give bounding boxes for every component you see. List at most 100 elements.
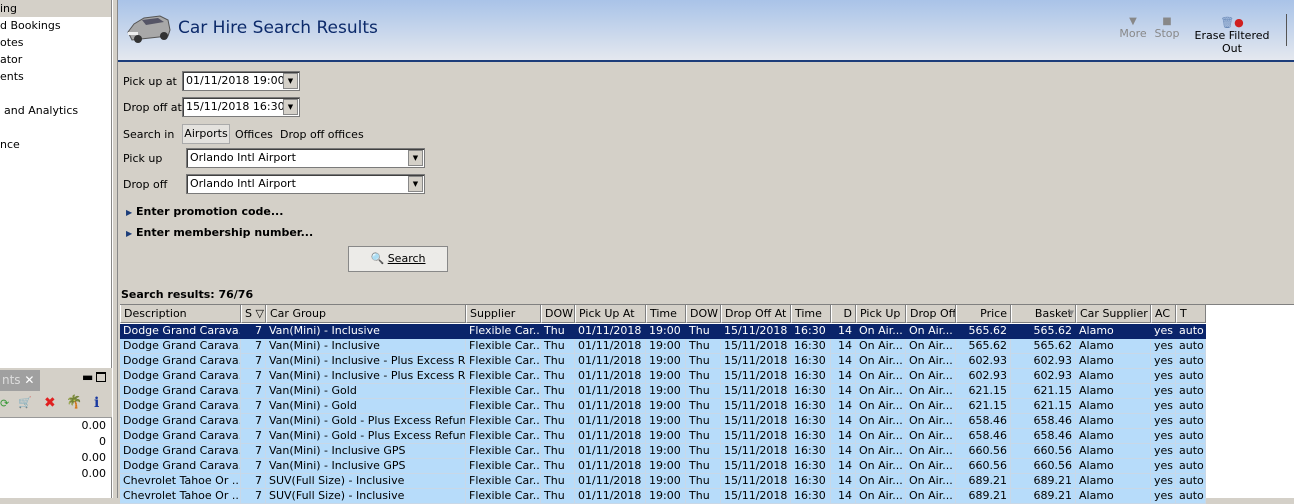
dropdown-arrow-icon[interactable]: ▼ — [408, 150, 423, 166]
table-cell: 7 — [241, 339, 266, 354]
sidebar-item[interactable]: nce — [0, 136, 20, 153]
column-header[interactable]: Supplier — [466, 305, 541, 323]
column-header[interactable]: DOW — [541, 305, 575, 323]
pickup-at-field[interactable]: 01/11/2018 19:00 ▼ — [182, 71, 300, 91]
table-cell: Thu — [686, 489, 721, 504]
filter-icon[interactable]: ▽ — [256, 305, 264, 322]
close-icon[interactable]: ✕ — [24, 373, 34, 387]
sidebar-item[interactable]: otes — [0, 34, 24, 51]
panel-tab-label: nts — [2, 373, 21, 387]
pickup-select[interactable]: Orlando Intl Airport ▼ — [186, 148, 425, 168]
dropoff-select[interactable]: Orlando Intl Airport ▼ — [186, 174, 425, 194]
table-cell: On Air... — [856, 324, 906, 339]
sidebar-item[interactable]: ing — [0, 0, 111, 17]
column-header[interactable]: Time — [791, 305, 831, 323]
table-cell: 19:00 — [646, 414, 686, 429]
table-row[interactable]: Dodge Grand Carava... 7 Van(Mini) - Inclus… — [120, 369, 1208, 384]
table-cell: 660.56 — [956, 459, 1011, 474]
table-cell: yes — [1151, 459, 1176, 474]
column-header[interactable]: Time — [646, 305, 686, 323]
column-header[interactable]: Car Supplier — [1076, 305, 1151, 323]
table-row[interactable]: Dodge Grand Carava... 7 Van(Mini) - Inclus… — [120, 354, 1208, 369]
tab-airports[interactable]: Airports — [182, 124, 230, 144]
table-cell: Thu — [686, 339, 721, 354]
table-cell: auto — [1176, 489, 1206, 504]
page-title: Car Hire Search Results — [178, 18, 378, 38]
sidebar-item[interactable]: ator — [0, 51, 22, 68]
palm-tree-icon[interactable]: 🌴 — [66, 395, 82, 410]
column-header[interactable]: DOW — [686, 305, 721, 323]
main-panel: Car Hire Search Results ▼ More ■ Stop 🗑● Er… — [118, 0, 1294, 504]
promotion-code-expander[interactable]: ▶ Enter promotion code... — [126, 205, 283, 218]
refresh-icon[interactable]: ⟳ — [0, 397, 9, 410]
dropdown-arrow-icon[interactable]: ▼ — [408, 176, 423, 192]
table-cell: 689.21 — [1011, 474, 1076, 489]
table-cell: auto — [1176, 474, 1206, 489]
dropdown-arrow-icon[interactable]: ▼ — [283, 73, 298, 89]
minimize-icon[interactable]: ▬ — [82, 370, 93, 384]
table-row[interactable]: Dodge Grand Carava... 7 Van(Mini) - Gold -… — [120, 414, 1208, 429]
table-row[interactable]: Dodge Grand Carava... 7 Van(Mini) - Inclus… — [120, 444, 1208, 459]
table-cell: On Air... — [906, 354, 956, 369]
dropoff-at-field[interactable]: 15/11/2018 16:30 ▼ — [182, 97, 300, 117]
table-cell: 658.46 — [1011, 429, 1076, 444]
table-cell: yes — [1151, 384, 1176, 399]
table-cell: 14 — [831, 384, 856, 399]
table-cell: Dodge Grand Carava... — [120, 369, 241, 384]
cart-transfer-icon[interactable]: 🛒 — [18, 396, 32, 409]
table-cell: Thu — [541, 429, 575, 444]
table-row[interactable]: Dodge Grand Carava... 7 Van(Mini) - Inclus… — [120, 324, 1208, 339]
column-header[interactable]: T — [1176, 305, 1206, 323]
column-header[interactable]: Car Group — [266, 305, 466, 323]
dropdown-arrow-icon[interactable]: ▼ — [283, 99, 298, 115]
table-cell: 7 — [241, 489, 266, 504]
results-summary: Search results: 76/76 — [121, 288, 254, 301]
column-header[interactable]: Basket ▼ — [1011, 305, 1076, 323]
table-cell: Alamo — [1076, 489, 1151, 504]
column-header[interactable]: S ▽ — [241, 305, 266, 323]
dropoff-value: Orlando Intl Airport — [190, 177, 296, 190]
tab-drop-off-offices[interactable]: Drop off offices — [280, 128, 364, 141]
table-cell: Flexible Car... — [466, 384, 541, 399]
column-header[interactable]: Price — [956, 305, 1011, 323]
table-cell: 7 — [241, 399, 266, 414]
table-cell: 19:00 — [646, 489, 686, 504]
table-cell: yes — [1151, 324, 1176, 339]
table-cell: 16:30 — [791, 474, 831, 489]
table-cell: 15/11/2018 — [721, 474, 791, 489]
table-cell: Dodge Grand Carava... — [120, 399, 241, 414]
table-row[interactable]: Dodge Grand Carava... 7 Van(Mini) - Gold -… — [120, 429, 1208, 444]
table-row[interactable]: Chevrolet Tahoe Or ... 7 SUV(Full Size) - … — [120, 474, 1208, 489]
dropoff-at-label: Drop off at — [123, 101, 182, 114]
stop-button[interactable]: ■ Stop — [1152, 16, 1182, 40]
more-button[interactable]: ▼ More — [1118, 16, 1148, 40]
maximize-icon[interactable] — [96, 372, 106, 382]
delete-icon[interactable]: ✖ — [44, 395, 56, 411]
info-icon[interactable]: i — [94, 395, 99, 411]
column-header[interactable]: Pick Up At — [575, 305, 646, 323]
column-header[interactable]: Drop Off At — [721, 305, 791, 323]
column-header[interactable]: Pick Up — [856, 305, 906, 323]
membership-number-expander[interactable]: ▶ Enter membership number... — [126, 226, 313, 239]
table-row[interactable]: Dodge Grand Carava... 7 Van(Mini) - Gold Fl… — [120, 399, 1208, 414]
table-row[interactable]: Dodge Grand Carava... 7 Van(Mini) - Inclus… — [120, 459, 1208, 474]
column-header[interactable]: D — [831, 305, 856, 323]
search-button[interactable]: 🔍 Search — [348, 246, 448, 272]
table-row[interactable]: Dodge Grand Carava... 7 Van(Mini) - Gold Fl… — [120, 384, 1208, 399]
column-header[interactable]: AC — [1151, 305, 1176, 323]
table-cell: 689.21 — [956, 489, 1011, 504]
column-header[interactable]: Description — [120, 305, 241, 323]
sidebar-item[interactable]: ents — [0, 68, 24, 85]
table-row[interactable]: Chevrolet Tahoe Or ... 7 SUV(Full Size) - … — [120, 489, 1208, 504]
table-cell: Chevrolet Tahoe Or ... — [120, 489, 241, 504]
table-cell: 602.93 — [956, 354, 1011, 369]
table-cell: 565.62 — [956, 339, 1011, 354]
header: Car Hire Search Results ▼ More ■ Stop 🗑● Er… — [118, 0, 1294, 62]
table-row[interactable]: Dodge Grand Carava... 7 Van(Mini) - Inclus… — [120, 339, 1208, 354]
panel-tab[interactable]: nts ✕ — [0, 370, 40, 391]
sidebar-item[interactable]: and Analytics — [0, 102, 78, 119]
sidebar-item[interactable]: d Bookings — [0, 17, 61, 34]
erase-filtered-out-button[interactable]: 🗑● Erase Filtered Out — [1186, 16, 1278, 55]
tab-offices[interactable]: Offices — [235, 128, 273, 141]
column-header[interactable]: Drop Off — [906, 305, 956, 323]
